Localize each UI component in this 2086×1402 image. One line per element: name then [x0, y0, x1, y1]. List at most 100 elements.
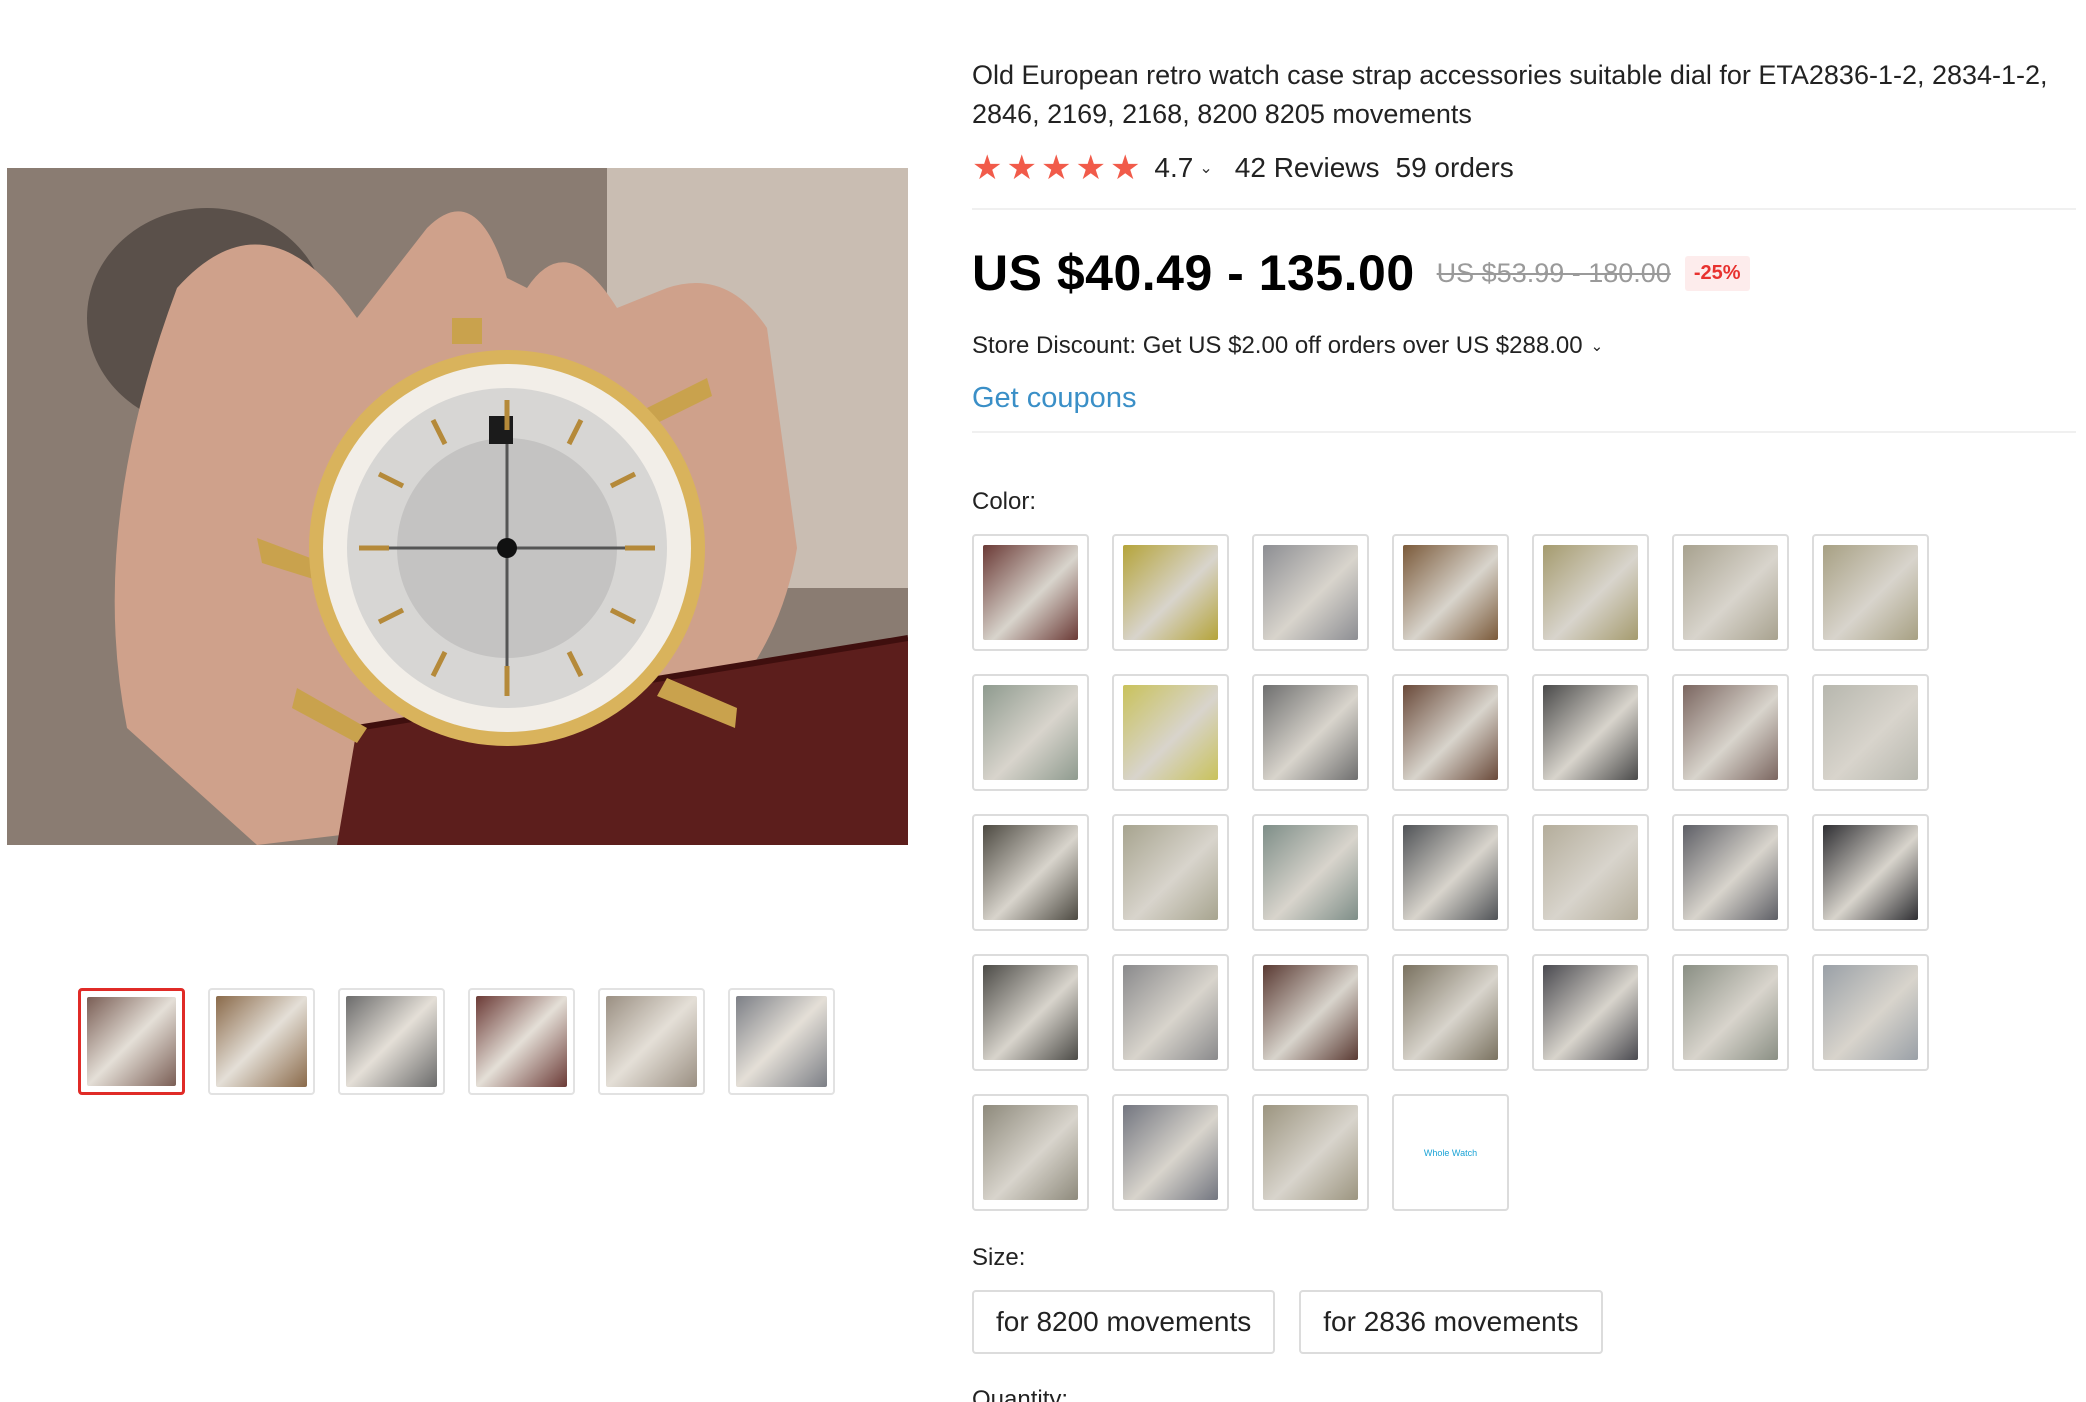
swatch-image	[983, 685, 1078, 780]
swatch-image	[1683, 825, 1778, 920]
color-swatch[interactable]	[1112, 534, 1229, 651]
swatch-image	[1403, 825, 1498, 920]
color-swatch[interactable]	[1812, 534, 1929, 651]
color-swatch[interactable]	[1252, 1094, 1369, 1211]
product-title: Old European retro watch case strap acce…	[972, 60, 2048, 129]
color-swatch[interactable]	[1112, 1094, 1229, 1211]
thumbnail[interactable]	[338, 988, 445, 1095]
orders-count: 59 orders	[1395, 152, 1514, 183]
quantity-label: Quantity:	[972, 1386, 1069, 1402]
product-info: Old European retro watch case strap acce…	[972, 56, 2076, 433]
swatch-image	[1403, 965, 1498, 1060]
color-swatch[interactable]	[972, 814, 1089, 931]
swatch-image	[1823, 825, 1918, 920]
size-options: for 8200 movements for 2836 movements	[972, 1290, 1603, 1354]
color-swatch[interactable]	[1252, 814, 1369, 931]
divider	[972, 208, 2076, 210]
color-swatch[interactable]	[1112, 674, 1229, 791]
thumbnail[interactable]	[78, 988, 185, 1095]
swatch-image	[1263, 965, 1358, 1060]
swatch-image	[983, 545, 1078, 640]
store-discount[interactable]: Store Discount: Get US $2.00 off orders …	[972, 332, 2076, 360]
color-swatch[interactable]	[1672, 814, 1789, 931]
color-swatch[interactable]	[1392, 674, 1509, 791]
size-option-8200[interactable]: for 8200 movements	[972, 1290, 1276, 1354]
swatch-image	[1683, 685, 1778, 780]
swatch-image	[1123, 965, 1218, 1060]
color-swatch[interactable]	[1672, 674, 1789, 791]
star-icon: ★	[972, 149, 1003, 187]
color-swatch[interactable]	[1252, 674, 1369, 791]
swatch-image	[1823, 685, 1918, 780]
chevron-down-icon[interactable]: ⌄	[1199, 158, 1212, 178]
thumbnail[interactable]	[468, 988, 575, 1095]
swatch-image	[1403, 685, 1498, 780]
main-product-image[interactable]	[7, 168, 908, 845]
star-icon: ★	[1006, 149, 1037, 187]
rating-value[interactable]: 4.7	[1154, 152, 1193, 184]
color-swatch[interactable]	[972, 1094, 1089, 1211]
swatch-image	[983, 965, 1078, 1060]
swatch-image	[1543, 545, 1638, 640]
color-swatch[interactable]	[1392, 814, 1509, 931]
color-swatch[interactable]	[1812, 814, 1929, 931]
color-swatch[interactable]	[1252, 954, 1369, 1071]
color-swatch[interactable]	[1812, 674, 1929, 791]
get-coupons-link[interactable]: Get coupons	[972, 382, 1136, 415]
thumbnail-image	[346, 996, 437, 1087]
color-label: Color:	[972, 488, 1037, 515]
thumbnail[interactable]	[598, 988, 705, 1095]
swatch-image	[1123, 1105, 1218, 1200]
thumbnail[interactable]	[728, 988, 835, 1095]
color-swatch[interactable]	[972, 674, 1089, 791]
color-swatch[interactable]	[1532, 674, 1649, 791]
color-swatch-whole-watch[interactable]: Whole Watch	[1392, 1094, 1509, 1211]
current-price: US $40.49 - 135.00	[972, 245, 1415, 301]
swatch-image	[1823, 545, 1918, 640]
color-swatch[interactable]	[1532, 814, 1649, 931]
thumbnail-image	[87, 997, 176, 1086]
thumbnail[interactable]	[208, 988, 315, 1095]
swatch-image	[1263, 545, 1358, 640]
swatch-image	[1123, 545, 1218, 640]
swatch-image	[1683, 545, 1778, 640]
swatch-image	[983, 1105, 1078, 1200]
swatch-image	[1123, 685, 1218, 780]
color-swatch[interactable]	[1532, 954, 1649, 1071]
thumbnail-image	[476, 996, 567, 1087]
color-swatch[interactable]	[1672, 534, 1789, 651]
swatch-image	[1263, 1105, 1358, 1200]
color-swatch[interactable]	[1392, 954, 1509, 1071]
color-swatch[interactable]	[972, 534, 1089, 651]
color-options: Whole Watch	[972, 534, 1932, 1211]
thumbnail-image	[216, 996, 307, 1087]
rating-row: ★ ★ ★ ★ ★ 4.7 ⌄ 42 Reviews 59 orders	[972, 150, 2076, 186]
divider	[972, 431, 2076, 433]
color-swatch[interactable]	[972, 954, 1089, 1071]
color-swatch[interactable]	[1812, 954, 1929, 1071]
color-swatch[interactable]	[1252, 534, 1369, 651]
swatch-image	[1263, 825, 1358, 920]
swatch-image	[1683, 965, 1778, 1060]
color-swatch[interactable]	[1672, 954, 1789, 1071]
color-swatch[interactable]	[1112, 814, 1229, 931]
star-icon: ★	[1109, 149, 1141, 187]
thumbnail-image	[736, 996, 827, 1087]
swatch-image	[983, 825, 1078, 920]
discount-badge: -25%	[1684, 255, 1750, 291]
price-row: US $40.49 - 135.00 US $53.99 - 180.00 -2…	[972, 244, 2076, 302]
size-option-2836[interactable]: for 2836 movements	[1299, 1290, 1603, 1354]
chevron-down-icon[interactable]: ⌄	[1591, 337, 1604, 355]
watch-photo-illustration	[7, 168, 908, 845]
star-icon: ★	[1075, 149, 1106, 187]
star-icon: ★	[1040, 149, 1072, 187]
color-swatch[interactable]	[1112, 954, 1229, 1071]
store-discount-text: Store Discount: Get US $2.00 off orders …	[972, 332, 1583, 359]
color-swatch[interactable]	[1532, 534, 1649, 651]
swatch-text: Whole Watch	[1423, 1147, 1478, 1158]
color-swatch[interactable]	[1392, 534, 1509, 651]
reviews-link[interactable]: 42 Reviews	[1235, 152, 1380, 184]
swatch-image	[1543, 825, 1638, 920]
swatch-image	[1263, 685, 1358, 780]
swatch-image	[1823, 965, 1918, 1060]
